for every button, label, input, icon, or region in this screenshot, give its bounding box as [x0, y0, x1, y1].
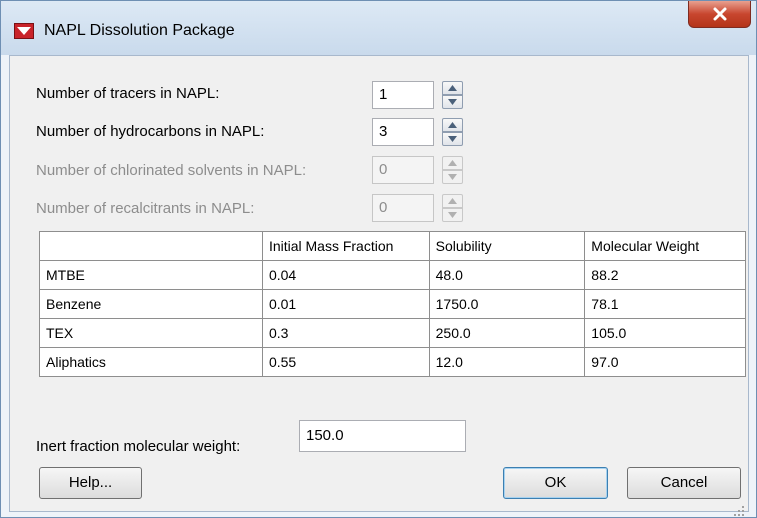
component-name-cell: Aliphatics [39, 347, 263, 377]
table-cell[interactable]: 78.1 [584, 289, 746, 319]
title-bar[interactable]: NAPL Dissolution Package [1, 1, 756, 55]
recalcitrants-spinner [442, 194, 463, 222]
hydrocarbons-spinner[interactable] [442, 118, 463, 146]
help-button[interactable]: Help... [39, 467, 142, 499]
napl-dialog-window: NAPL Dissolution Package Number of trace… [0, 0, 757, 518]
chlorinated-spin-down-button [442, 170, 463, 184]
cancel-button[interactable]: Cancel [627, 467, 741, 499]
table-cell[interactable]: 105.0 [584, 318, 746, 348]
chlorinated-spin-up-button [442, 156, 463, 170]
table-cell[interactable]: 0.01 [261, 289, 430, 319]
inert-fraction-input[interactable]: 150.0 [299, 420, 466, 452]
inert-fraction-label: Inert fraction molecular weight: [36, 438, 241, 455]
close-button[interactable] [688, 1, 751, 28]
chlorinated-solvents-label: Number of chlorinated solvents in NAPL: [36, 162, 307, 179]
recalcitrants-spin-down-button [442, 208, 463, 222]
table-cell[interactable]: 0.04 [261, 260, 430, 290]
chlorinated-solvents-input: 0 [372, 156, 434, 184]
hydrocarbons-spin-down-button[interactable] [442, 132, 463, 146]
table-row: MTBE 0.04 48.0 88.2 [39, 260, 746, 290]
tracers-label: Number of tracers in NAPL: [36, 85, 220, 102]
table-header-row: Initial Mass Fraction Solubility Molecul… [39, 231, 746, 261]
table-cell[interactable]: 250.0 [428, 318, 586, 348]
component-name-cell: MTBE [39, 260, 263, 290]
tracers-input[interactable]: 1 [372, 81, 434, 109]
hydrocarbons-spin-up-button[interactable] [442, 118, 463, 132]
table-row: Benzene 0.01 1750.0 78.1 [39, 289, 746, 319]
tracers-spinner[interactable] [442, 81, 463, 109]
table-cell[interactable]: 97.0 [584, 347, 746, 377]
table-cell[interactable]: 1750.0 [428, 289, 586, 319]
spin-down-arrow-icon [448, 212, 457, 218]
spin-down-arrow-icon [448, 99, 457, 105]
table-header-cell [39, 231, 263, 261]
recalcitrants-spin-up-button [442, 194, 463, 208]
tracers-spin-up-button[interactable] [442, 81, 463, 95]
napl-app-icon[interactable] [14, 23, 34, 39]
ok-button[interactable]: OK [503, 467, 608, 499]
table-cell[interactable]: 0.55 [261, 347, 430, 377]
window-title: NAPL Dissolution Package [44, 22, 235, 39]
close-icon [713, 7, 727, 21]
spin-up-arrow-icon [448, 122, 457, 128]
recalcitrants-label: Number of recalcitrants in NAPL: [36, 200, 255, 217]
table-row: TEX 0.3 250.0 105.0 [39, 318, 746, 348]
table-cell[interactable]: 12.0 [428, 347, 586, 377]
tracers-spin-down-button[interactable] [442, 95, 463, 109]
table-row: Aliphatics 0.55 12.0 97.0 [39, 347, 746, 377]
spin-up-arrow-icon [448, 85, 457, 91]
recalcitrants-input: 0 [372, 194, 434, 222]
table-header-cell: Molecular Weight [584, 231, 746, 261]
dialog-client-area: Number of tracers in NAPL: 1 Number of h… [9, 55, 749, 512]
table-cell[interactable]: 88.2 [584, 260, 746, 290]
spin-up-arrow-icon [448, 160, 457, 166]
spin-down-arrow-icon [448, 136, 457, 142]
hydrocarbons-label: Number of hydrocarbons in NAPL: [36, 123, 265, 140]
table-cell[interactable]: 0.3 [261, 318, 430, 348]
resize-grip-icon[interactable] [733, 505, 745, 517]
spin-down-arrow-icon [448, 174, 457, 180]
napl-components-table: Initial Mass Fraction Solubility Molecul… [39, 231, 746, 377]
hydrocarbons-input[interactable]: 3 [372, 118, 434, 146]
component-name-cell: TEX [39, 318, 263, 348]
spin-up-arrow-icon [448, 198, 457, 204]
component-name-cell: Benzene [39, 289, 263, 319]
table-header-cell: Solubility [428, 231, 586, 261]
chlorinated-solvents-spinner [442, 156, 463, 184]
table-header-cell: Initial Mass Fraction [261, 231, 430, 261]
table-cell[interactable]: 48.0 [428, 260, 586, 290]
